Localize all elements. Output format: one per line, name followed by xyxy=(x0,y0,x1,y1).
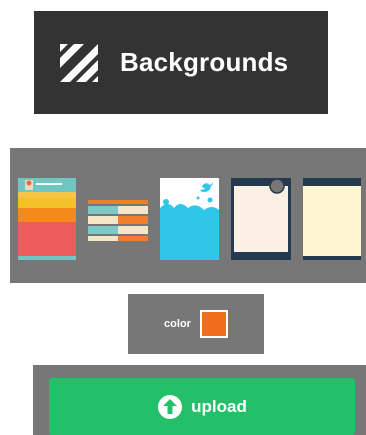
backgrounds-header: Backgrounds xyxy=(34,11,328,114)
background-thumbnails-panel xyxy=(10,148,366,283)
upload-button[interactable]: upload xyxy=(49,378,355,435)
page-title: Backgrounds xyxy=(120,47,289,77)
thumb-notepad[interactable] xyxy=(303,178,361,260)
upload-container: upload xyxy=(33,365,366,435)
arrow-up-circle-icon xyxy=(158,394,183,419)
color-label: color xyxy=(164,318,191,330)
thumb-stacked-rows[interactable] xyxy=(88,200,148,241)
upload-label: upload xyxy=(191,396,247,416)
thumb-twitter-clouds[interactable] xyxy=(160,178,219,260)
color-swatch[interactable] xyxy=(199,310,228,338)
thumb-dark-frame[interactable] xyxy=(231,178,291,260)
color-picker: color xyxy=(128,294,264,354)
diagonal-stripes-icon xyxy=(60,43,98,82)
thumb-profile-card[interactable] xyxy=(18,178,76,260)
